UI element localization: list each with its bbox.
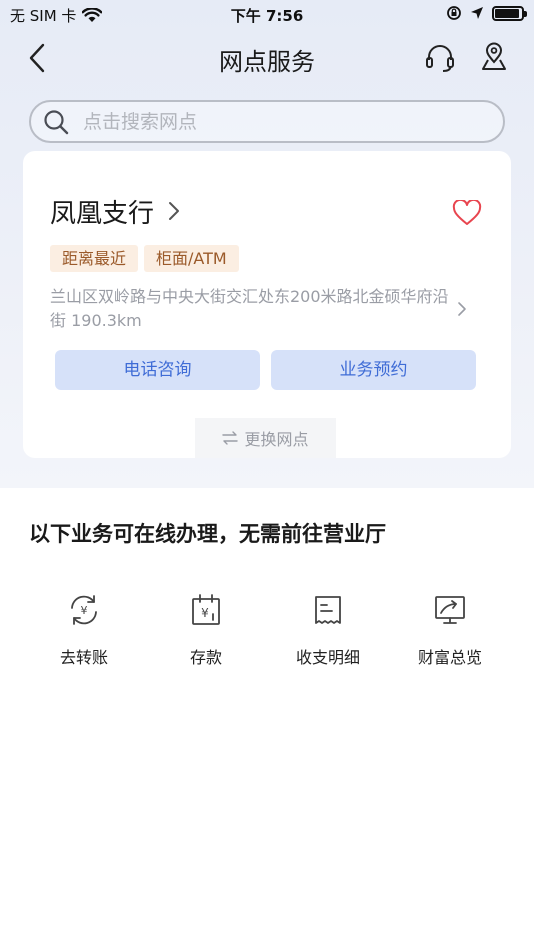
status-right bbox=[446, 5, 527, 21]
branch-card: 凤凰支行 距离最近 柜面/ATM 兰山区双岭路与中央大街交汇处东200米路北金硕… bbox=[23, 151, 511, 458]
service-wealth-label: 财富总览 bbox=[417, 648, 482, 667]
tag-counter-atm: 柜面/ATM bbox=[144, 245, 239, 272]
chevron-right-icon[interactable] bbox=[167, 201, 181, 221]
service-transfer[interactable]: ¥ 去转账 bbox=[23, 592, 145, 668]
service-wealth[interactable]: 财富总览 bbox=[389, 592, 511, 668]
orientation-lock-icon bbox=[447, 6, 461, 20]
svg-text:¥: ¥ bbox=[201, 606, 209, 620]
search-input[interactable] bbox=[83, 110, 463, 133]
appointment-button[interactable]: 业务预约 bbox=[271, 350, 476, 390]
branch-tags: 距离最近 柜面/ATM bbox=[50, 245, 239, 272]
favorite-heart-icon[interactable] bbox=[452, 200, 482, 226]
statement-icon bbox=[315, 596, 341, 624]
service-transfer-label: 去转账 bbox=[59, 648, 108, 667]
location-pin-icon[interactable] bbox=[480, 42, 508, 72]
online-services-grid: ¥ 去转账 ¥ 存款 收支明细 财富总览 bbox=[23, 592, 511, 668]
service-deposit-label: 存款 bbox=[189, 648, 222, 667]
status-bar: 无 SIM 卡 下午 7:56 bbox=[0, 0, 534, 30]
tag-nearest: 距离最近 bbox=[50, 245, 139, 272]
switch-branch-button[interactable]: 更换网点 bbox=[195, 418, 336, 458]
branch-name[interactable]: 凤凰支行 bbox=[50, 193, 154, 230]
branch-address[interactable]: 兰山区双岭路与中央大街交汇处东200米路北金硕华府沿街 190.3km bbox=[50, 285, 454, 333]
phone-consult-button[interactable]: 电话咨询 bbox=[55, 350, 260, 390]
service-statement-label: 收支明细 bbox=[295, 648, 360, 667]
service-statement[interactable]: 收支明细 bbox=[267, 592, 389, 668]
search-bar[interactable] bbox=[29, 100, 505, 143]
service-deposit[interactable]: ¥ 存款 bbox=[145, 592, 267, 668]
swap-icon bbox=[222, 431, 239, 445]
deposit-icon: ¥ bbox=[192, 594, 220, 625]
transfer-icon: ¥ bbox=[71, 595, 97, 625]
wealth-overview-icon bbox=[435, 596, 465, 624]
location-arrow-icon bbox=[471, 7, 483, 19]
nav-bar: 网点服务 bbox=[0, 30, 534, 86]
search-icon bbox=[44, 109, 69, 134]
online-services-title: 以下业务可在线办理，无需前往营业厅 bbox=[29, 522, 386, 546]
svg-text:¥: ¥ bbox=[81, 604, 88, 617]
chevron-right-icon[interactable] bbox=[457, 301, 467, 317]
headset-icon[interactable] bbox=[424, 42, 456, 74]
switch-branch-label: 更换网点 bbox=[244, 430, 309, 449]
battery-icon bbox=[492, 5, 527, 21]
